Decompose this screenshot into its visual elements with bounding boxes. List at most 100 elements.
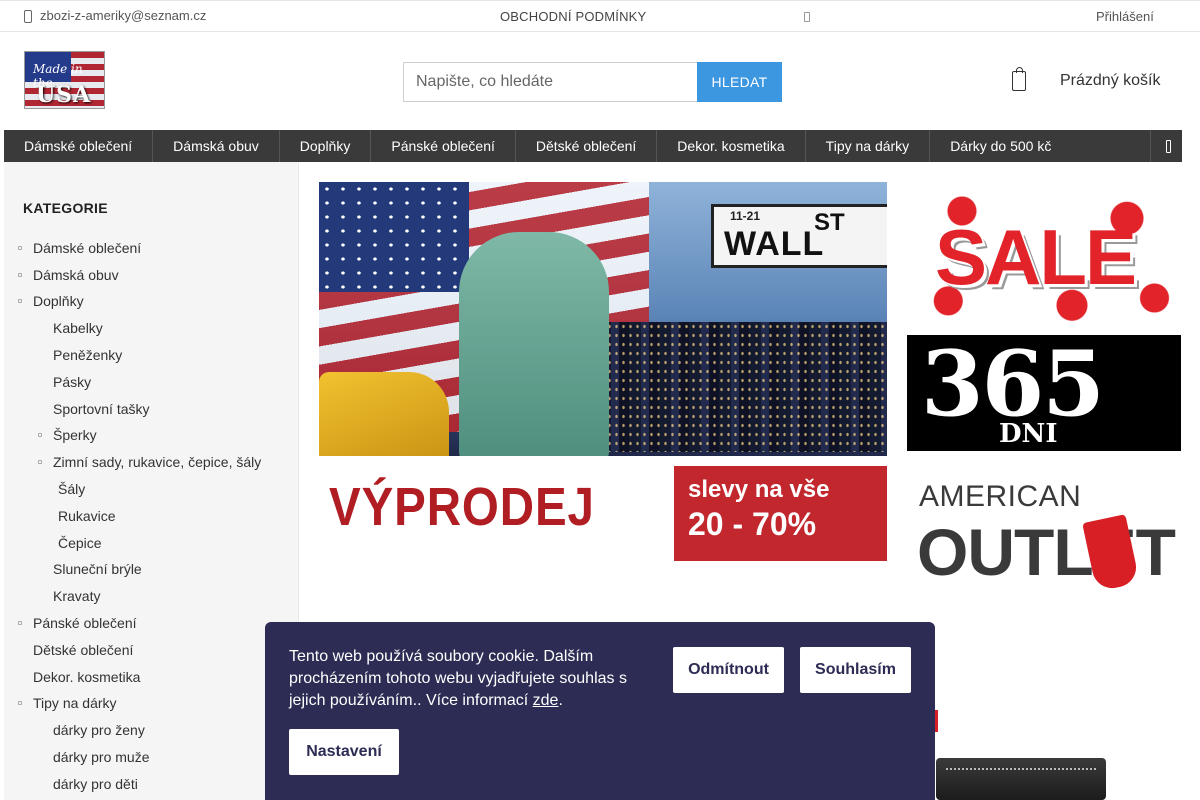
- sidebar-item-winter-sets[interactable]: Zimní sady, rukavice, čepice, šály: [38, 454, 261, 470]
- search-input[interactable]: [403, 62, 697, 102]
- sidebar-item-label: Sportovní tašky: [53, 401, 150, 417]
- site-logo[interactable]: Made in the USA: [24, 51, 105, 109]
- bullet-icon: [18, 246, 22, 250]
- sidebar-item-label: Tipy na dárky: [33, 695, 117, 711]
- sidebar-item-gift-tips[interactable]: Tipy na dárky: [18, 695, 117, 711]
- sale-banner[interactable]: SALE: [907, 182, 1182, 327]
- sidebar-item-label: Pánské oblečení: [33, 615, 137, 631]
- sidebar-item-sport-bags[interactable]: Sportovní tašky: [53, 401, 150, 417]
- cookie-accept-button[interactable]: Souhlasím: [800, 647, 911, 693]
- sidebar-item-label: Sluneční brýle: [53, 561, 142, 577]
- sidebar-item-label: Pásky: [53, 374, 92, 390]
- bullet-icon: [38, 460, 42, 464]
- login-link[interactable]: Přihlášení: [1096, 9, 1154, 24]
- sidebar-item-label: dárky pro muže: [53, 749, 150, 765]
- hero-discount-box: slevy na vše 20 - 70%: [674, 466, 887, 561]
- sidebar-item-womens-clothing[interactable]: Dámské oblečení: [18, 240, 142, 256]
- sidebar-item-wallets[interactable]: Peněženky: [53, 347, 122, 363]
- bullet-icon: [18, 701, 22, 705]
- sidebar-item-label: Čepice: [58, 535, 102, 551]
- nav-item-womens-shoes[interactable]: Dámská obuv: [153, 130, 280, 162]
- sidebar-item-label: Dámská obuv: [33, 267, 119, 283]
- sidebar-item-label: dárky pro ženy: [53, 722, 145, 738]
- hero-sale-ribbon: VÝPRODEJ slevy na vše 20 - 70%: [319, 456, 887, 561]
- sidebar-item-label: Peněženky: [53, 347, 123, 363]
- sidebar-item-gifts-women[interactable]: dárky pro ženy: [53, 722, 145, 738]
- sidebar-item-gifts-men[interactable]: dárky pro muže: [53, 749, 149, 765]
- hero-subtext: slevy na vše: [688, 476, 830, 503]
- info-icon: [804, 12, 810, 22]
- menu-more-icon[interactable]: [1150, 130, 1182, 162]
- product-image[interactable]: [936, 758, 1106, 800]
- cookie-consent-dialog: Tento web používá soubory cookie. Dalším…: [265, 622, 935, 800]
- search-button[interactable]: HLEDAT: [697, 62, 782, 102]
- sale-banner-text: SALE: [935, 213, 1137, 301]
- sidebar-item-scarves[interactable]: Šály: [58, 481, 85, 497]
- sidebar-item-label: Kabelky: [53, 320, 103, 336]
- sidebar-item-mens-clothing[interactable]: Pánské oblečení: [18, 615, 137, 631]
- nav-item-gift-tips[interactable]: Tipy na dárky: [806, 130, 931, 162]
- sidebar-item-label: Dětské oblečení: [33, 642, 134, 658]
- hero-percent: 20 - 70%: [688, 506, 817, 542]
- page: zbozi-z-ameriky@seznam.cz OBCHODNÍ PODMÍ…: [0, 0, 1200, 800]
- search-form: HLEDAT: [403, 62, 782, 102]
- sidebar-item-belts[interactable]: Pásky: [53, 374, 91, 390]
- contact-email-link[interactable]: zbozi-z-ameriky@seznam.cz: [22, 8, 206, 23]
- nav-item-gifts-under-500[interactable]: Dárky do 500 kč: [930, 130, 1071, 162]
- cookie-more-info-link[interactable]: zde: [533, 692, 559, 709]
- sidebar-item-label: Kravaty: [53, 588, 101, 604]
- sidebar-item-caps[interactable]: Čepice: [58, 535, 102, 551]
- outlet-top-text: AMERICAN: [919, 480, 1082, 513]
- logo-usa-text: USA: [36, 82, 92, 108]
- outlet-banner[interactable]: AMERICAN OUTLET: [907, 466, 1181, 592]
- street-name: WALL: [724, 225, 825, 263]
- bullet-icon: [18, 273, 22, 277]
- hero-banner[interactable]: 11-21 WALL ST VÝPRODEJ slevy na vše 20 -…: [319, 182, 887, 561]
- sidebar-item-label: Šály: [58, 481, 86, 497]
- nav-item-womens-clothing[interactable]: Dámské oblečení: [4, 130, 154, 162]
- sidebar-item-label: Dekor. kosmetika: [33, 669, 141, 685]
- sidebar-item-label: Doplňky: [33, 293, 84, 309]
- hero-flag-canton: [319, 182, 469, 292]
- shopping-bag-icon: [1012, 67, 1026, 91]
- days-label: DNI: [999, 419, 1058, 449]
- main-nav: Dámské oblečení Dámská obuv Doplňky Páns…: [4, 130, 1182, 162]
- sidebar-item-womens-shoes[interactable]: Dámská obuv: [18, 267, 119, 283]
- cookie-message: Tento web používá soubory cookie. Dalším…: [289, 648, 627, 709]
- bullet-icon: [18, 299, 22, 303]
- sidebar-item-label: Rukavice: [58, 508, 116, 524]
- nav-item-mens-clothing[interactable]: Pánské oblečení: [371, 130, 516, 162]
- statue-of-liberty-image: [459, 232, 609, 462]
- sidebar-item-cosmetics[interactable]: Dekor. kosmetika: [33, 669, 140, 685]
- nav-item-accessories[interactable]: Doplňky: [280, 130, 372, 162]
- sidebar-item-label: Dámské oblečení: [33, 240, 142, 256]
- sidebar-item-sunglasses[interactable]: Sluneční brýle: [53, 561, 142, 577]
- sidebar-item-kids-clothing[interactable]: Dětské oblečení: [33, 642, 133, 658]
- sidebar-heading: KATEGORIE: [23, 200, 108, 216]
- hero-headline: VÝPRODEJ: [329, 477, 595, 537]
- sidebar-item-accessories[interactable]: Doplňky: [18, 293, 84, 309]
- outlet-bottom-text: OUTLET: [917, 515, 1176, 589]
- bullet-icon: [18, 621, 22, 625]
- sidebar-item-gifts-kids[interactable]: dárky pro děti: [53, 776, 138, 792]
- sidebar-item-jewelry[interactable]: Šperky: [38, 427, 97, 443]
- sidebar-item-ties[interactable]: Kravaty: [53, 588, 100, 604]
- sidebar-item-gloves[interactable]: Rukavice: [58, 508, 116, 524]
- days-banner[interactable]: 365 DNI: [907, 331, 1181, 451]
- bullet-icon: [38, 433, 42, 437]
- cookie-settings-button[interactable]: Nastavení: [289, 729, 399, 775]
- sidebar-item-handbags[interactable]: Kabelky: [53, 320, 103, 336]
- cart-label: Prázdný košík: [1060, 72, 1161, 89]
- terms-link[interactable]: OBCHODNÍ PODMÍNKY: [500, 9, 646, 24]
- sidebar-item-label: dárky pro děti: [53, 776, 138, 792]
- cookie-message-text: Tento web používá soubory cookie. Dalším…: [289, 648, 627, 709]
- cookie-decline-button[interactable]: Odmítnout: [673, 647, 784, 693]
- nav-item-cosmetics[interactable]: Dekor. kosmetika: [657, 130, 806, 162]
- taxi-image: [319, 372, 449, 462]
- street-suffix: ST: [814, 209, 845, 236]
- top-bar: zbozi-z-ameriky@seznam.cz OBCHODNÍ PODMÍ…: [0, 0, 1200, 32]
- contact-email-text: zbozi-z-ameriky@seznam.cz: [40, 8, 207, 23]
- nav-item-kids-clothing[interactable]: Dětské oblečení: [516, 130, 658, 162]
- cart-link[interactable]: Prázdný košík: [1012, 67, 1161, 91]
- phone-icon: [22, 9, 32, 23]
